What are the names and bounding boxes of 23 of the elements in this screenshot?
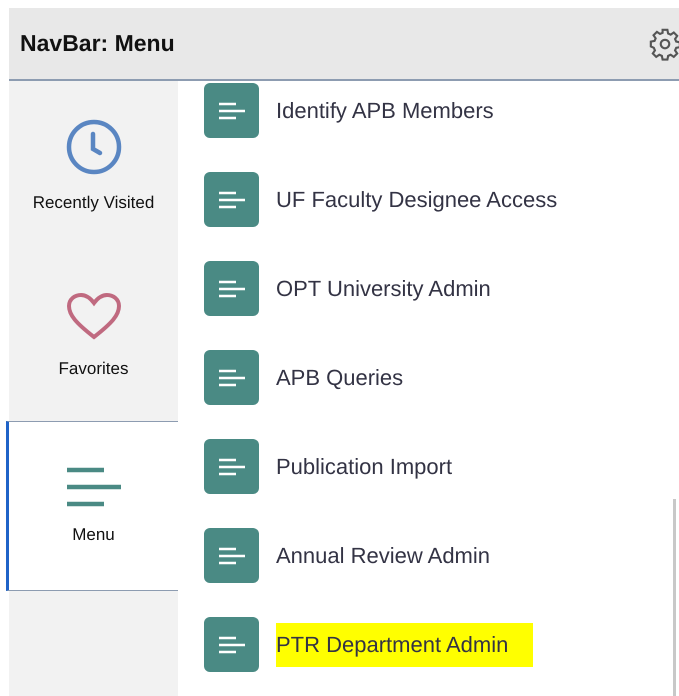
sidebar-tab[interactable]: Favorites [6, 251, 178, 421]
menu-icon [66, 467, 122, 507]
scrollbar[interactable] [673, 499, 676, 696]
settings-icon[interactable] [648, 26, 679, 60]
document-icon [204, 261, 259, 316]
document-icon [204, 83, 259, 138]
document-icon [204, 617, 259, 672]
document-icon [204, 350, 259, 405]
sidebar-tab[interactable]: Menu [6, 421, 178, 591]
menu-link[interactable]: UF Faculty Designee Access [276, 186, 558, 212]
menu-link[interactable]: OPT University Admin [276, 276, 491, 302]
document-icon [204, 528, 259, 583]
document-icon [204, 172, 259, 227]
document-icon [204, 439, 259, 494]
menu-link[interactable]: PTR Department Admin [276, 622, 534, 666]
clock-icon [66, 119, 122, 175]
sidebar-tab[interactable]: Recently Visited [6, 81, 178, 251]
menu-link[interactable]: Annual Review Admin [276, 542, 490, 568]
heart-icon [66, 293, 122, 341]
header-title: NavBar: Menu [20, 30, 175, 57]
menu-link[interactable]: Publication Import [276, 454, 452, 480]
menu-link[interactable]: APB Queries [276, 364, 404, 390]
menu-link[interactable]: Identify APB Members [276, 98, 494, 124]
